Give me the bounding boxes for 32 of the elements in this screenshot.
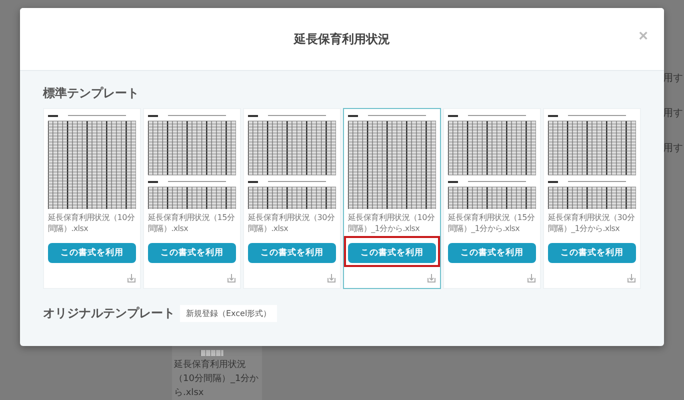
section-heading: オリジナルテンプレート (43, 305, 175, 322)
template-card[interactable]: 延長保育利用状況（15分間隔）.xlsx この書式を利用 (143, 108, 241, 289)
template-card[interactable]: 延長保育利用状況（30分間隔）_1分から.xlsx この書式を利用 (543, 108, 641, 289)
download-icon[interactable] (527, 273, 536, 283)
download-icon[interactable] (627, 273, 636, 283)
section-heading: 標準テンプレート (43, 85, 140, 102)
use-template-button[interactable]: この書式を利用 (548, 243, 636, 263)
row-text: 用す (663, 72, 684, 85)
register-button[interactable]: 新規登録（Excel形式） (180, 305, 278, 322)
template-name: 延長保育利用状況（30分間隔）_1分から.xlsx (548, 212, 636, 235)
template-card[interactable]: 延長保育利用状況（15分間隔）_1分から.xlsx この書式を利用 (443, 108, 541, 289)
use-template-button[interactable]: この書式を利用 (348, 243, 436, 263)
file-name: 延長保育利用状況（10分間隔）_1分から.xlsx (174, 358, 260, 400)
template-name: 延長保育利用状況（30分間隔）.xlsx (248, 212, 336, 235)
download-icon[interactable] (327, 273, 336, 283)
row-text: 用す (663, 107, 684, 120)
download-icon[interactable] (127, 273, 136, 283)
template-card[interactable]: 延長保育利用状況（10分間隔）_1分から.xlsx この書式を利用 (343, 108, 441, 289)
row-text: 用す (663, 142, 684, 155)
download-icon[interactable] (227, 273, 236, 283)
use-template-button[interactable]: この書式を利用 (148, 243, 236, 263)
use-template-button[interactable]: この書式を利用 (448, 243, 536, 263)
dialog-title: 延長保育利用状況 (294, 30, 390, 48)
template-card[interactable]: 延長保育利用状況（10分間隔）.xlsx この書式を利用 (43, 108, 141, 289)
template-name: 延長保育利用状況（10分間隔）_1分から.xlsx (348, 212, 436, 235)
template-card[interactable]: 延長保育利用状況（30分間隔）.xlsx この書式を利用 (243, 108, 341, 289)
download-icon[interactable] (427, 273, 436, 283)
use-template-button[interactable]: この書式を利用 (248, 243, 336, 263)
template-name: 延長保育利用状況（10分間隔）.xlsx (48, 212, 136, 235)
template-name: 延長保育利用状況（15分間隔）.xlsx (148, 212, 236, 235)
use-template-button[interactable]: この書式を利用 (48, 243, 136, 263)
template-name: 延長保育利用状況（15分間隔）_1分から.xlsx (448, 212, 536, 235)
